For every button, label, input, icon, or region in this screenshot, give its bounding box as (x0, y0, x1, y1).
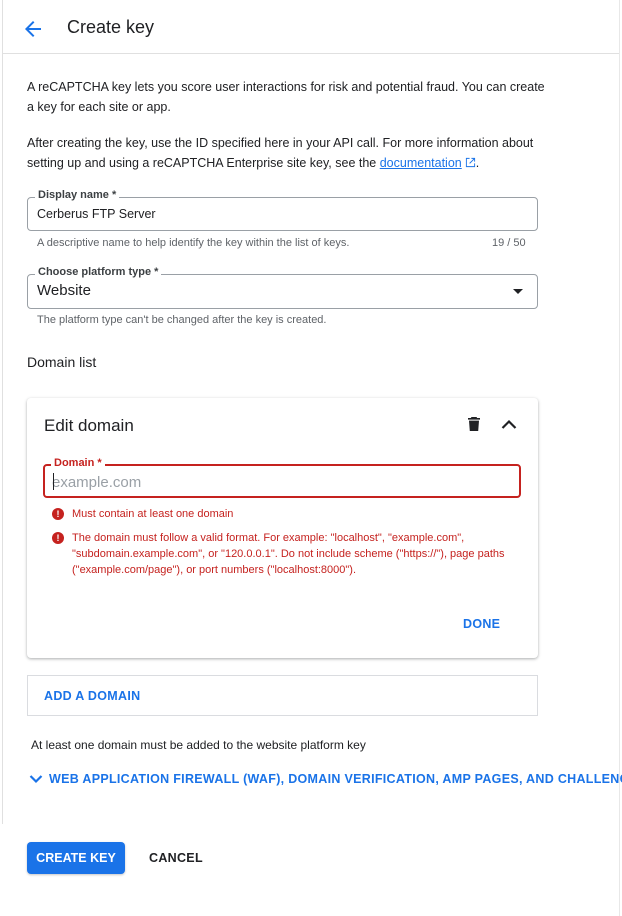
cancel-button[interactable]: CANCEL (149, 851, 203, 865)
error-circle-icon: ! (52, 508, 64, 520)
add-domain-label: ADD A DOMAIN (44, 689, 141, 703)
domain-label: Domain * (51, 457, 105, 469)
intro-api-end: . (475, 156, 480, 170)
error-circle-icon: ! (52, 532, 64, 544)
add-domain-button[interactable]: ADD A DOMAIN (27, 675, 538, 716)
done-button[interactable]: DONE (463, 617, 500, 631)
edit-domain-card: Edit domain Domain * ! Must contain at l… (27, 398, 538, 658)
platform-type-hint: The platform type can't be changed after… (37, 314, 327, 326)
error-message: ! Must contain at least one domain (52, 506, 512, 522)
error-message: ! The domain must follow a valid format.… (52, 530, 512, 578)
domain-field[interactable]: Domain * (43, 457, 521, 498)
left-frame-border (2, 0, 3, 824)
character-counter: 19 / 50 (492, 237, 526, 249)
platform-type-value[interactable]: Website (37, 282, 91, 299)
external-link-icon[interactable] (465, 157, 476, 168)
error-text: Must contain at least one domain (72, 508, 234, 520)
chevron-down-icon (29, 775, 43, 784)
platform-type-label: Choose platform type * (35, 266, 162, 278)
text-cursor (53, 473, 54, 490)
platform-type-select[interactable]: Choose platform type * Website (27, 266, 538, 309)
intro-paragraph-api: After creating the key, use the ID speci… (27, 133, 547, 173)
domain-list-title: Domain list (27, 354, 97, 370)
page-header: Create key (3, 4, 619, 54)
display-name-hint: A descriptive name to help identify the … (37, 237, 350, 249)
domain-requirement-note: At least one domain must be added to the… (31, 738, 366, 752)
page-title: Create key (67, 17, 155, 37)
caret-down-icon[interactable] (513, 289, 523, 294)
edit-domain-title: Edit domain (44, 416, 134, 435)
advanced-options-toggle[interactable]: WEB APPLICATION FIREWALL (WAF), DOMAIN V… (29, 772, 622, 786)
intro-paragraph: A reCAPTCHA key lets you score user inte… (27, 80, 545, 114)
display-name-value[interactable]: Cerberus FTP Server (37, 207, 156, 221)
chevron-up-icon[interactable] (500, 416, 518, 432)
arrow-left-icon[interactable] (21, 17, 45, 41)
error-text: The domain must follow a valid format. F… (72, 532, 505, 576)
display-name-label: Display name * (35, 189, 120, 201)
domain-input[interactable] (52, 473, 507, 491)
display-name-field[interactable]: Display name * Cerberus FTP Server (27, 189, 538, 231)
advanced-options-label: WEB APPLICATION FIREWALL (WAF), DOMAIN V… (49, 772, 622, 786)
create-key-button[interactable]: CREATE KEY (27, 842, 125, 874)
documentation-link[interactable]: documentation (380, 156, 462, 170)
trash-icon[interactable] (466, 416, 482, 432)
